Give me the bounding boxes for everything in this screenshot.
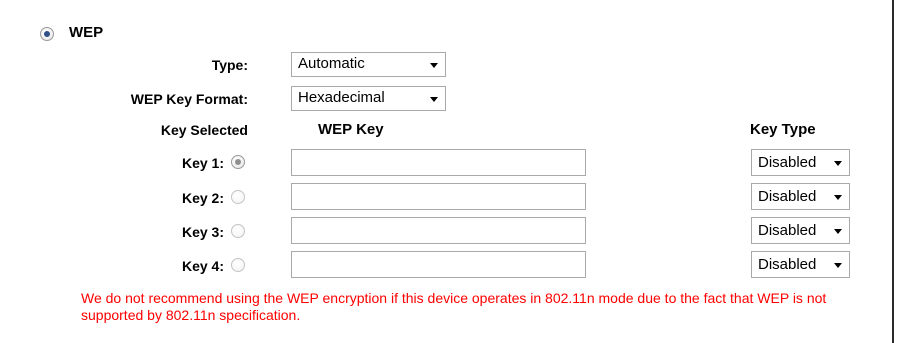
wep-title: WEP xyxy=(69,24,104,41)
col-wep-key: WEP Key xyxy=(318,121,384,138)
chevron-down-icon xyxy=(430,63,438,68)
key-4-label: Key 4: xyxy=(181,258,224,274)
key-3-input[interactable] xyxy=(291,217,586,244)
type-label: Type: xyxy=(211,57,248,73)
key-1-label: Key 1: xyxy=(181,155,224,171)
key-2-radio[interactable] xyxy=(231,190,245,204)
chevron-down-icon xyxy=(834,229,842,234)
col-key-type: Key Type xyxy=(750,121,816,138)
key-3-type-select[interactable]: Disabled xyxy=(751,217,850,244)
key-2-input[interactable] xyxy=(291,183,586,210)
key-2-type-select[interactable]: Disabled xyxy=(751,183,850,210)
wep-warning-text: We do not recommend using the WEP encryp… xyxy=(81,290,827,323)
chevron-down-icon xyxy=(834,195,842,200)
key-1-type-value: Disabled xyxy=(758,154,817,171)
key-1-radio[interactable] xyxy=(231,155,245,169)
key-2-label: Key 2: xyxy=(181,190,224,206)
wep-settings-panel: WEP Type: Automatic WEP Key Format: Hexa… xyxy=(0,0,894,343)
key-4-type-value: Disabled xyxy=(758,256,817,273)
key-2-type-value: Disabled xyxy=(758,188,817,205)
chevron-down-icon xyxy=(834,161,842,166)
key-4-radio[interactable] xyxy=(231,258,245,272)
chevron-down-icon xyxy=(834,263,842,268)
key-1-input[interactable] xyxy=(291,149,586,176)
wep-radio[interactable] xyxy=(40,27,54,41)
key-4-input[interactable] xyxy=(291,251,586,278)
key-3-label: Key 3: xyxy=(181,224,224,240)
key-4-type-select[interactable]: Disabled xyxy=(751,251,850,278)
chevron-down-icon xyxy=(430,97,438,102)
key-format-select[interactable]: Hexadecimal xyxy=(291,86,446,111)
key-format-label: WEP Key Format: xyxy=(130,91,248,107)
key-3-radio[interactable] xyxy=(231,224,245,238)
type-select-value: Automatic xyxy=(298,55,365,72)
key-format-select-value: Hexadecimal xyxy=(298,89,385,106)
key-1-type-select[interactable]: Disabled xyxy=(751,149,850,176)
col-key-selected: Key Selected xyxy=(160,122,248,138)
key-3-type-value: Disabled xyxy=(758,222,817,239)
type-select[interactable]: Automatic xyxy=(291,52,446,77)
